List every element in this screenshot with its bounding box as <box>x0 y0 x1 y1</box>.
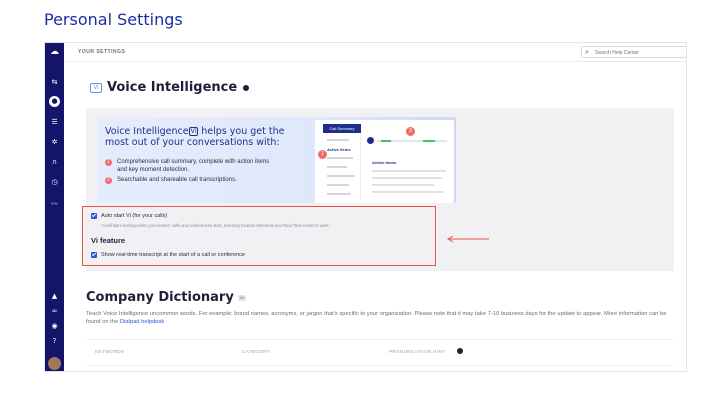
bullet-text: Searchable and shareable call transcript… <box>117 177 237 183</box>
bullet-number: 2 <box>105 177 112 184</box>
topbar: YOUR SETTINGS ⌕ <box>64 43 686 62</box>
annotation-arrow <box>447 235 489 243</box>
promo-headline: Voice Intelligence Vi helps you get the m… <box>105 126 305 148</box>
call-summary-illustration: Call Summary Active Items 1 2 Action Ite… <box>315 120 454 203</box>
analytics-icon[interactable]: 〰 <box>45 200 64 209</box>
dictionary-description: Teach Voice Intelligence uncommon words.… <box>86 310 676 326</box>
bell-icon[interactable]: ▲ <box>45 292 64 301</box>
search-input[interactable] <box>595 48 683 57</box>
dialpad-helpdesk-link[interactable]: Dialpad helpdesk <box>120 319 164 325</box>
mock-action-items: Action Items <box>372 160 397 165</box>
dictionary-vi-badge: Vi <box>237 294 246 301</box>
mock-row <box>327 184 349 186</box>
info-icon[interactable] <box>457 348 463 354</box>
promo-bullet: 1 Comprehensive call summary, complete w… <box>105 159 280 174</box>
realtime-checkbox[interactable] <box>91 252 97 258</box>
auto-start-description: Vi will start working when your teams' c… <box>101 223 330 228</box>
mock-badge-1: 1 <box>318 150 327 159</box>
app-window: ☁ ⇆ ● ☰ ✲ ∩ ◷ 〰 ▲ ∞ ◉ ? YOUR SETTINGS ⌕ … <box>44 42 687 372</box>
mock-sidebar: Call Summary Active Items <box>323 124 361 200</box>
channels-icon[interactable]: ☰ <box>45 118 64 127</box>
dictionary-title: Company Dictionary Vi <box>86 290 246 305</box>
vi-badge: Vi <box>90 82 102 93</box>
settings-icon[interactable]: ✲ <box>45 138 64 147</box>
sidebar: ☁ ⇆ ● ☰ ✲ ∩ ◷ 〰 ▲ ∞ ◉ ? <box>45 43 64 371</box>
auto-start-row[interactable]: Auto start Vi (for your calls) <box>91 213 167 219</box>
dialpad-logo-icon[interactable]: ☁ <box>45 48 64 57</box>
search-box[interactable]: ⌕ <box>581 46 686 58</box>
mock-row <box>327 175 355 177</box>
voicemail-icon[interactable]: ∞ <box>45 307 64 316</box>
play-icon <box>367 137 374 144</box>
help-icon[interactable]: ? <box>45 337 64 346</box>
mock-line <box>372 184 434 186</box>
mock-tab: Call Summary <box>323 124 361 133</box>
vi-feature-heading: Vi feature <box>91 236 126 245</box>
headset-icon[interactable]: ∩ <box>45 158 64 167</box>
promo-bullet: 2 Searchable and shareable call transcri… <box>105 177 280 185</box>
promo-headline-pre: Voice Intelligence <box>105 126 189 137</box>
vi-settings-highlight: Auto start Vi (for your calls) Vi will s… <box>82 206 436 266</box>
mock-row <box>327 166 347 168</box>
dictionary-title-text: Company Dictionary <box>86 290 234 305</box>
column-header-category[interactable]: CATEGORY <box>242 349 270 354</box>
promo-vi-badge: Vi <box>188 127 199 136</box>
mock-active-items: Active Items <box>327 147 351 152</box>
divider <box>86 365 674 366</box>
bullet-number: 1 <box>105 159 112 166</box>
vi-promo-banner: Voice Intelligence Vi helps you get the m… <box>97 117 456 203</box>
auto-start-checkbox[interactable] <box>91 213 97 219</box>
dictionary-description-text: Teach Voice Intelligence uncommon words.… <box>86 311 667 325</box>
divider <box>86 339 674 340</box>
call-routing-icon[interactable]: ⇆ <box>45 78 64 87</box>
section-label: YOUR SETTINGS <box>78 49 126 55</box>
page-heading: Personal Settings <box>44 10 183 29</box>
mock-line <box>372 177 442 179</box>
mock-segment <box>423 140 435 142</box>
bullet-text: Comprehensive call summary, complete wit… <box>117 159 270 173</box>
avatar[interactable] <box>48 357 61 370</box>
mock-row <box>327 157 353 159</box>
info-icon[interactable] <box>243 84 250 91</box>
user-icon[interactable]: ● <box>45 96 64 107</box>
column-header-pronunciation-hint[interactable]: PRONUNCIATION HINT <box>389 349 445 354</box>
column-header-keywords[interactable]: KEYWORDS <box>95 349 124 354</box>
mock-segment <box>381 140 391 142</box>
realtime-row[interactable]: Show real-time transcript at the start o… <box>91 252 245 258</box>
mock-line <box>372 170 446 172</box>
mock-badge-2: 2 <box>406 127 415 136</box>
vi-section-title: Vi Voice Intelligence <box>90 80 250 95</box>
mock-row <box>327 193 351 195</box>
history-icon[interactable]: ◷ <box>45 178 64 187</box>
mock-line <box>372 191 444 193</box>
vi-title-text: Voice Intelligence <box>107 80 238 95</box>
realtime-label: Show real-time transcript at the start o… <box>101 252 245 258</box>
mock-row <box>327 139 349 141</box>
auto-start-label: Auto start Vi (for your calls) <box>101 213 168 219</box>
search-icon: ⌕ <box>585 49 589 56</box>
contacts-icon[interactable]: ◉ <box>45 322 64 331</box>
